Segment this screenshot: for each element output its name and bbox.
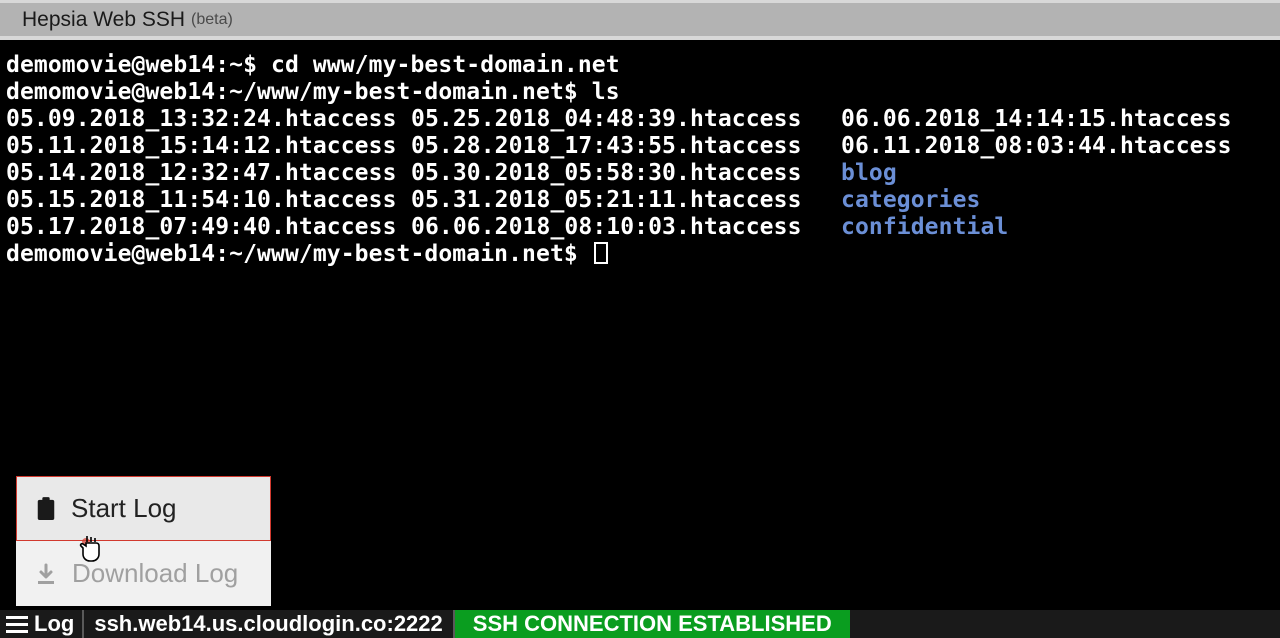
log-menu: Start Log Download Log	[16, 476, 271, 606]
app-title: Hepsia Web SSH	[22, 8, 185, 32]
hamburger-icon	[6, 615, 28, 633]
download-log-label: Download Log	[72, 558, 238, 589]
host-text: ssh.web14.us.cloudlogin.co:2222	[94, 611, 442, 637]
log-label: Log	[34, 611, 74, 637]
host-indicator: ssh.web14.us.cloudlogin.co:2222	[84, 610, 454, 638]
download-log-button[interactable]: Download Log	[16, 541, 271, 606]
start-log-label: Start Log	[71, 493, 177, 524]
connection-status-text: SSH CONNECTION ESTABLISHED	[473, 611, 832, 637]
status-bar: Log ssh.web14.us.cloudlogin.co:2222 SSH …	[0, 610, 1280, 638]
clipboard-icon	[35, 496, 57, 522]
app-title-suffix: (beta)	[191, 11, 233, 29]
start-log-button[interactable]: Start Log	[16, 476, 271, 541]
download-icon	[34, 562, 58, 586]
log-menu-toggle[interactable]: Log	[0, 610, 84, 638]
title-bar: Hepsia Web SSH (beta)	[0, 0, 1280, 36]
connection-status: SSH CONNECTION ESTABLISHED	[455, 610, 850, 638]
